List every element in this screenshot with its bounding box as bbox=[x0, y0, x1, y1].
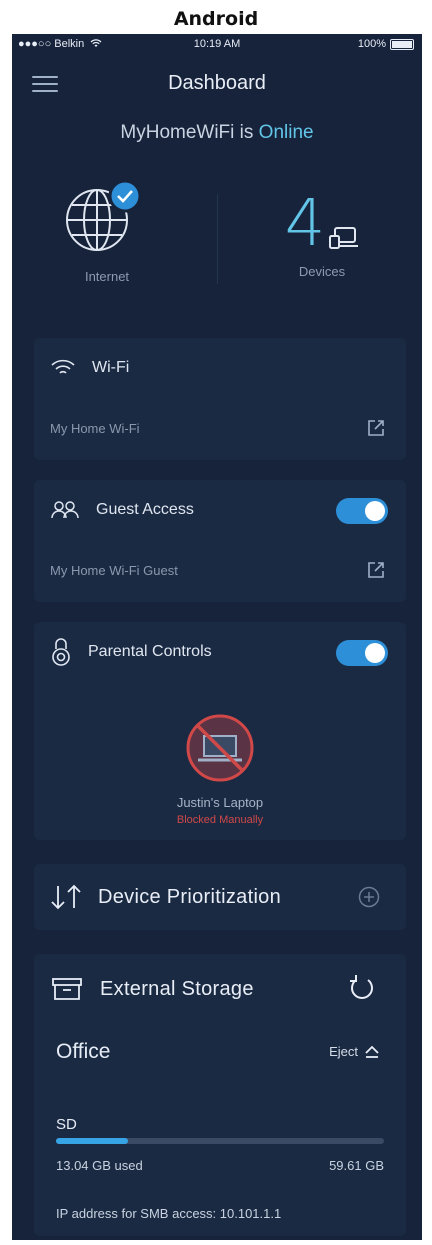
wifi-icon bbox=[51, 359, 75, 374]
network-name: MyHomeWiFi is bbox=[120, 122, 254, 143]
platform-caption: Android bbox=[173, 8, 259, 30]
parental-controls-title: Parental Controls bbox=[88, 643, 212, 660]
guest-network-name: My Home Wi-Fi Guest bbox=[50, 562, 178, 578]
network-status: MyHomeWiFi is Online bbox=[12, 122, 422, 144]
status-bar: ●●●○○ Belkin 10:19 AM 100% bbox=[12, 34, 422, 54]
wifi-title: Wi-Fi bbox=[92, 359, 130, 376]
guest-access-header[interactable]: Guest Access bbox=[34, 480, 406, 540]
wifi-header[interactable]: Wi-Fi bbox=[34, 338, 406, 398]
storage-usage-bar bbox=[56, 1138, 384, 1144]
phone-screen: ●●●○○ Belkin 10:19 AM 100% Dashboard MyH… bbox=[12, 34, 422, 1240]
internet-tile[interactable]: Internet bbox=[52, 176, 162, 284]
blocked-device-name: Justin's Laptop bbox=[176, 795, 264, 810]
lock-icon bbox=[52, 638, 70, 666]
refresh-icon[interactable] bbox=[348, 974, 376, 1002]
eject-button[interactable]: Eject bbox=[329, 1044, 380, 1059]
internet-label: Internet bbox=[84, 269, 130, 284]
blocked-device-status: Blocked Manually bbox=[176, 814, 264, 826]
dashboard-summary: Internet 4 Devices bbox=[12, 144, 422, 334]
app-header: Dashboard bbox=[12, 54, 422, 110]
external-storage-title: External Storage bbox=[100, 977, 254, 1000]
eject-label: Eject bbox=[329, 1044, 358, 1059]
summary-divider bbox=[217, 194, 218, 284]
guest-access-card: Guest Access My Home Wi-Fi Guest bbox=[34, 480, 406, 602]
page-title: Dashboard bbox=[168, 72, 266, 94]
guest-access-title: Guest Access bbox=[96, 501, 194, 518]
blocked-laptop-icon bbox=[186, 714, 254, 782]
sort-arrows-icon bbox=[51, 884, 81, 910]
parental-controls-toggle[interactable] bbox=[336, 640, 388, 666]
external-link-icon[interactable] bbox=[366, 560, 386, 580]
battery-text: 100% bbox=[357, 38, 386, 50]
devices-count: 4 bbox=[284, 187, 326, 261]
device-prioritization-title: Device Prioritization bbox=[98, 885, 282, 908]
devices-label: Devices bbox=[298, 264, 346, 279]
parental-controls-card: Parental Controls Justin's Laptop Blocke… bbox=[34, 622, 406, 840]
checkmark-badge-icon bbox=[108, 179, 142, 213]
battery-icon bbox=[390, 38, 414, 50]
storage-used: 13.04 GB used bbox=[56, 1158, 143, 1173]
guest-users-icon bbox=[51, 501, 79, 519]
online-status: Online bbox=[258, 122, 314, 143]
guest-access-toggle[interactable] bbox=[336, 498, 388, 524]
add-circle-icon[interactable] bbox=[358, 886, 380, 908]
devices-icon bbox=[329, 227, 359, 249]
smb-ip-address: IP address for SMB access: 10.101.1.1 bbox=[56, 1206, 282, 1221]
battery-status: 100% bbox=[358, 38, 414, 50]
device-prioritization-card[interactable]: Device Prioritization bbox=[34, 864, 406, 930]
storage-total: 59.61 GB bbox=[329, 1158, 384, 1173]
globe-icon bbox=[66, 179, 142, 251]
sd-card-label: SD bbox=[56, 1116, 77, 1133]
external-storage-header[interactable]: External Storage bbox=[34, 954, 406, 1024]
storage-box-icon bbox=[52, 978, 82, 1000]
external-link-icon[interactable] bbox=[366, 418, 386, 438]
parental-controls-header[interactable]: Parental Controls bbox=[34, 622, 406, 682]
guest-network-row[interactable]: My Home Wi-Fi Guest bbox=[34, 540, 406, 600]
storage-usage-fill bbox=[56, 1138, 129, 1144]
devices-tile[interactable]: 4 Devices bbox=[262, 176, 382, 279]
wifi-network-name: My Home Wi-Fi bbox=[50, 420, 140, 436]
device-prioritization-header[interactable]: Device Prioritization bbox=[34, 864, 406, 930]
eject-icon bbox=[365, 1045, 379, 1058]
external-storage-card: External Storage Office Eject SD 13.04 G… bbox=[34, 954, 406, 1236]
wifi-card: Wi-Fi My Home Wi-Fi bbox=[34, 338, 406, 460]
blocked-device[interactable]: Justin's Laptop Blocked Manually bbox=[34, 712, 406, 826]
wifi-network-row[interactable]: My Home Wi-Fi bbox=[34, 398, 406, 458]
drive-name: Office bbox=[56, 1040, 111, 1063]
